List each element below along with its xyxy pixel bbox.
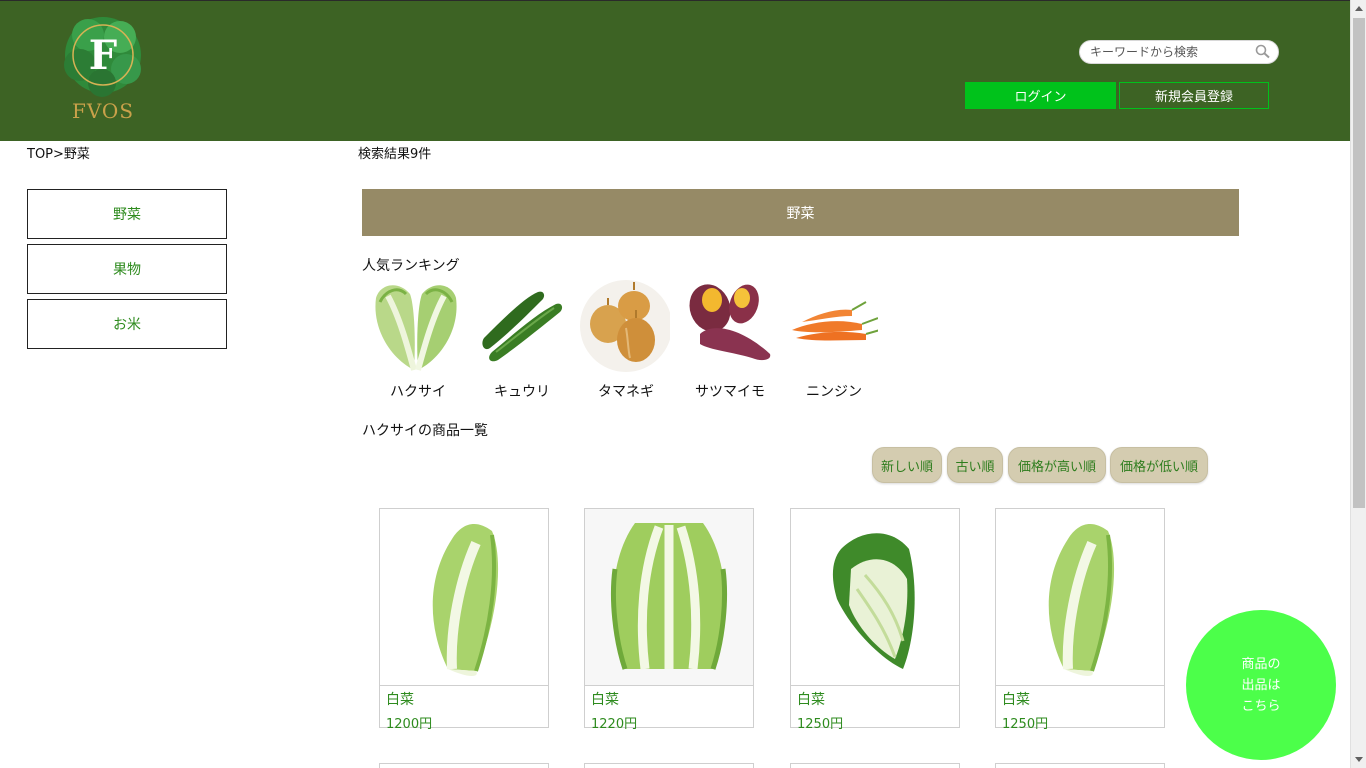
- product-name[interactable]: 白菜: [797, 689, 825, 709]
- sidebar-item-fruits[interactable]: 果物: [27, 244, 227, 294]
- product-card[interactable]: [379, 763, 549, 768]
- ranking-item-carrot[interactable]: ニンジン: [782, 278, 878, 402]
- ranking-item-cucumber[interactable]: キュウリ: [470, 278, 566, 402]
- sweet-potato-icon: [689, 284, 771, 361]
- product-list-title: ハクサイの商品一覧: [362, 423, 488, 439]
- ranking-item-sweet-potato[interactable]: サツマイモ: [678, 278, 774, 402]
- logo-emblem-icon: F: [64, 17, 141, 97]
- product-price: 1250円: [797, 717, 844, 732]
- product-image[interactable]: [996, 509, 1164, 686]
- product-price: 1200円: [386, 717, 433, 732]
- register-button[interactable]: 新規会員登録: [1119, 82, 1269, 109]
- ranking-item-label: ハクサイ: [390, 384, 446, 400]
- sort-newest-button[interactable]: 新しい順: [872, 447, 942, 483]
- napa-cabbage-image-icon: [1048, 524, 1115, 676]
- sell-button-line: 商品の: [1241, 656, 1281, 672]
- product-image[interactable]: [380, 509, 548, 686]
- login-button[interactable]: ログイン: [965, 82, 1116, 109]
- sidebar-item-vegetables[interactable]: 野菜: [27, 189, 227, 239]
- ranking-item-label: サツマイモ: [695, 384, 765, 400]
- sort-price-high-button[interactable]: 価格が高い順: [1008, 447, 1106, 483]
- scroll-up-arrow-icon[interactable]: [1351, 0, 1366, 17]
- ranking-item-napa-cabbage[interactable]: ハクサイ: [366, 278, 462, 402]
- search-result-count: 検索結果9件: [358, 147, 432, 162]
- logo-letter: F: [89, 32, 117, 79]
- napa-cabbage-icon: [375, 285, 457, 371]
- breadcrumb[interactable]: TOP>野菜: [27, 143, 90, 162]
- ranking-item-onion[interactable]: タマネギ: [574, 278, 670, 402]
- cucumber-icon: [482, 291, 563, 362]
- ranking-item-label: タマネギ: [598, 384, 654, 400]
- product-name[interactable]: 白菜: [386, 689, 414, 709]
- scroll-down-arrow-icon[interactable]: [1351, 751, 1366, 768]
- onion-icon: [580, 280, 670, 372]
- product-card[interactable]: 白菜 1220円: [584, 508, 754, 732]
- ranking-title: 人気ランキング: [362, 258, 460, 274]
- page: F FVOS ログイン 新規会員登録 TOP>野菜 検索結果9件 野菜 果物 お…: [0, 0, 1366, 768]
- sell-button-line: 出品は: [1241, 677, 1281, 693]
- site-logo[interactable]: F FVOS: [58, 13, 148, 125]
- ranking-item-label: ニンジン: [806, 384, 862, 400]
- napa-cabbage-image-icon: [432, 524, 499, 676]
- product-price: 1250円: [1002, 717, 1049, 732]
- product-card[interactable]: [790, 763, 960, 768]
- product-image[interactable]: [791, 509, 959, 686]
- ranking-item-label: キュウリ: [494, 384, 550, 400]
- search-input[interactable]: [1090, 43, 1250, 61]
- product-card[interactable]: 白菜 1250円: [790, 508, 960, 732]
- scrollbar-thumb[interactable]: [1353, 18, 1365, 508]
- category-title-bar: 野菜: [362, 189, 1239, 236]
- product-name[interactable]: 白菜: [1002, 689, 1030, 709]
- sidebar-item-rice[interactable]: お米: [27, 299, 227, 349]
- product-card[interactable]: [995, 763, 1165, 768]
- product-card[interactable]: 白菜 1200円: [379, 508, 549, 732]
- product-image[interactable]: [585, 509, 753, 686]
- product-name[interactable]: 白菜: [591, 689, 619, 709]
- sell-button-line: こちら: [1241, 698, 1281, 714]
- product-card[interactable]: 白菜 1250円: [995, 508, 1165, 732]
- logo-text: FVOS: [71, 99, 135, 123]
- sort-oldest-button[interactable]: 古い順: [947, 447, 1003, 483]
- product-card[interactable]: [584, 763, 754, 768]
- site-header: F FVOS ログイン 新規会員登録: [0, 0, 1350, 141]
- sell-product-button[interactable]: 商品の 出品は こちら: [1186, 610, 1336, 760]
- search-icon[interactable]: [1254, 44, 1272, 60]
- carrot-icon: [792, 301, 878, 341]
- product-price: 1220円: [591, 717, 638, 732]
- napa-cabbage-image-icon: [832, 533, 915, 669]
- sort-price-low-button[interactable]: 価格が低い順: [1110, 447, 1208, 483]
- search-box: [1079, 40, 1279, 64]
- napa-cabbage-image-icon: [585, 509, 753, 685]
- vertical-scrollbar[interactable]: [1350, 0, 1366, 768]
